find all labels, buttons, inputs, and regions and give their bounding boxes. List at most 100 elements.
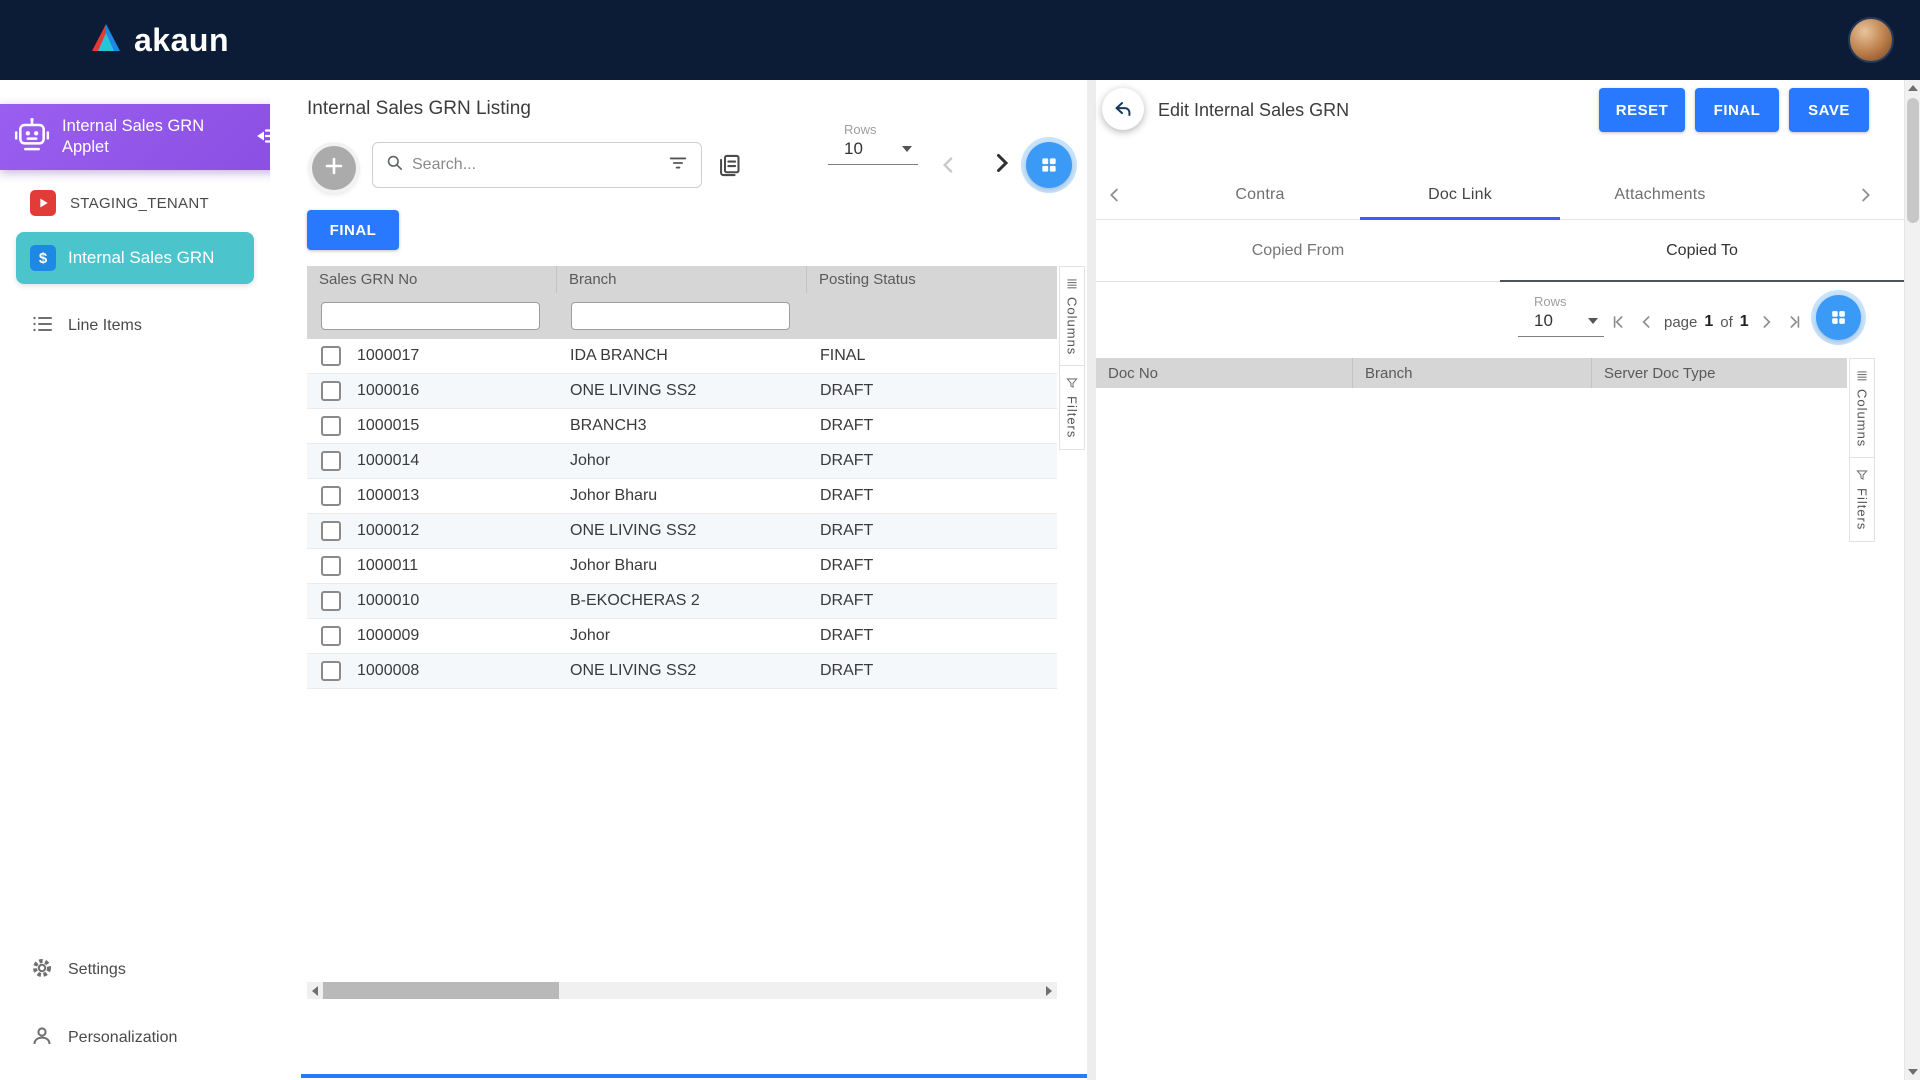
- back-button[interactable]: [1102, 88, 1144, 130]
- subtab-copied-to[interactable]: Copied To: [1500, 220, 1904, 282]
- header-branch[interactable]: Branch: [557, 266, 807, 293]
- cell-branch: Johor: [557, 619, 807, 653]
- row-checkbox[interactable]: [321, 346, 341, 366]
- row-checkbox[interactable]: [321, 661, 341, 681]
- sales-grn-label: Internal Sales GRN: [68, 248, 214, 268]
- filters-toggle[interactable]: Filters: [1060, 366, 1084, 449]
- tabs-scroll-right-icon[interactable]: [1854, 184, 1876, 211]
- tab-contra[interactable]: Contra: [1160, 171, 1360, 219]
- table-row[interactable]: 1000008 ONE LIVING SS2 DRAFT: [307, 654, 1057, 689]
- brand-logo[interactable]: akaun: [88, 21, 229, 60]
- scroll-down-arrow[interactable]: [1905, 1064, 1920, 1080]
- header-doc-no[interactable]: Doc No: [1096, 358, 1353, 388]
- header-posting-status[interactable]: Posting Status: [807, 266, 1057, 293]
- table-row[interactable]: 1000009 Johor DRAFT: [307, 619, 1057, 654]
- horizontal-scroll-thumb[interactable]: [323, 982, 559, 999]
- filters-toggle[interactable]: Filters: [1850, 458, 1874, 541]
- first-page-icon[interactable]: [1610, 312, 1630, 332]
- search-icon: [385, 153, 404, 177]
- row-checkbox[interactable]: [321, 451, 341, 471]
- final-button[interactable]: FINAL: [307, 210, 399, 250]
- rows-label: Rows: [1518, 294, 1604, 309]
- header-sales-grn-no[interactable]: Sales GRN No: [307, 266, 557, 293]
- last-page-icon[interactable]: [1783, 312, 1803, 332]
- topbar: akaun: [0, 0, 1920, 80]
- table-row[interactable]: 1000012 ONE LIVING SS2 DRAFT: [307, 514, 1057, 549]
- cell-branch: ONE LIVING SS2: [557, 374, 807, 408]
- tab-doc-link[interactable]: Doc Link: [1360, 171, 1560, 219]
- scroll-right-arrow[interactable]: [1041, 982, 1057, 999]
- tab-attachments[interactable]: Attachments: [1560, 171, 1760, 219]
- row-checkbox[interactable]: [321, 521, 341, 541]
- listing-panel: Internal Sales GRN Listing: [270, 80, 1096, 1080]
- table-row[interactable]: 1000011 Johor Bharu DRAFT: [307, 549, 1057, 584]
- row-checkbox[interactable]: [321, 486, 341, 506]
- columns-toggle[interactable]: Columns: [1060, 266, 1084, 366]
- sidebar-item-personalization[interactable]: Personalization: [30, 1018, 177, 1058]
- table-row[interactable]: 1000016 ONE LIVING SS2 DRAFT: [307, 374, 1057, 409]
- prev-page-icon[interactable]: [1637, 312, 1657, 332]
- cell-posting-status: DRAFT: [807, 549, 1057, 583]
- sales-grn-icon: $: [30, 245, 56, 271]
- row-checkbox[interactable]: [321, 626, 341, 646]
- cell-branch: BRANCH3: [557, 409, 807, 443]
- header-branch[interactable]: Branch: [1353, 358, 1592, 388]
- cell-posting-status: DRAFT: [807, 514, 1057, 548]
- settings-label: Settings: [68, 961, 126, 979]
- cell-sales-grn-no: 1000015: [357, 417, 419, 435]
- scroll-up-arrow[interactable]: [1905, 80, 1920, 96]
- sidebar-item-tenant[interactable]: STAGING_TENANT: [30, 181, 209, 225]
- grip-icon: [1065, 277, 1079, 291]
- user-avatar[interactable]: [1848, 17, 1894, 63]
- final-button-editor[interactable]: FINAL: [1695, 88, 1779, 132]
- columns-label: Columns: [1855, 389, 1870, 447]
- row-checkbox[interactable]: [321, 381, 341, 401]
- row-checkbox[interactable]: [321, 556, 341, 576]
- row-checkbox[interactable]: [321, 416, 341, 436]
- chevron-down-icon: [1588, 318, 1598, 324]
- filter-branch-input[interactable]: [571, 302, 790, 330]
- cell-branch: IDA BRANCH: [557, 339, 807, 373]
- grid-view-button[interactable]: [1026, 142, 1072, 188]
- prev-page-icon[interactable]: [936, 152, 962, 183]
- next-page-icon[interactable]: [986, 148, 1016, 183]
- columns-toggle[interactable]: Columns: [1850, 358, 1874, 458]
- grip-icon: [1855, 369, 1869, 383]
- subtab-copied-from[interactable]: Copied From: [1096, 220, 1500, 282]
- editor-table-side-controls: Columns Filters: [1849, 358, 1875, 542]
- tabs-scroll-left-icon[interactable]: [1104, 184, 1126, 211]
- table-row[interactable]: 1000015 BRANCH3 DRAFT: [307, 409, 1057, 444]
- sidebar-item-internal-sales-grn[interactable]: $ Internal Sales GRN: [16, 232, 254, 284]
- rows-per-page-select[interactable]: Rows 10: [828, 122, 918, 165]
- gear-icon: [30, 956, 54, 985]
- reset-button[interactable]: RESET: [1599, 88, 1685, 132]
- sidebar-item-line-items[interactable]: Line Items: [30, 306, 142, 346]
- scroll-left-arrow[interactable]: [307, 982, 323, 999]
- rows-per-page-select-editor[interactable]: Rows 10: [1518, 294, 1604, 337]
- vertical-scroll-thumb[interactable]: [1907, 98, 1919, 223]
- search-input[interactable]: [412, 156, 659, 174]
- personalization-label: Personalization: [68, 1029, 177, 1047]
- rows-label: Rows: [828, 122, 918, 137]
- copy-icon[interactable]: [716, 152, 743, 184]
- save-button[interactable]: SAVE: [1789, 88, 1869, 132]
- table-row[interactable]: 1000014 Johor DRAFT: [307, 444, 1057, 479]
- filter-sales-grn-no-input[interactable]: [321, 302, 540, 330]
- sidebar-item-settings[interactable]: Settings: [30, 950, 126, 990]
- app-screen: akaun Internal Sales GRN Applet: [0, 0, 1920, 1080]
- row-checkbox[interactable]: [321, 591, 341, 611]
- grid-view-button-editor[interactable]: [1816, 295, 1861, 340]
- grid-icon: [1829, 308, 1848, 327]
- next-page-icon[interactable]: [1756, 312, 1776, 332]
- filter-list-icon[interactable]: [667, 152, 689, 179]
- table-row[interactable]: 1000017 IDA BRANCH FINAL: [307, 339, 1057, 374]
- cell-sales-grn-no: 1000014: [357, 452, 419, 470]
- current-page: 1: [1704, 313, 1713, 331]
- cell-branch: Johor: [557, 444, 807, 478]
- table-row[interactable]: 1000010 B-EKOCHERAS 2 DRAFT: [307, 584, 1057, 619]
- doc-link-table-header: Doc No Branch Server Doc Type: [1096, 358, 1847, 388]
- add-button[interactable]: [312, 146, 356, 190]
- funnel-icon: [1065, 376, 1079, 390]
- table-row[interactable]: 1000013 Johor Bharu DRAFT: [307, 479, 1057, 514]
- header-server-doc-type[interactable]: Server Doc Type: [1592, 358, 1847, 388]
